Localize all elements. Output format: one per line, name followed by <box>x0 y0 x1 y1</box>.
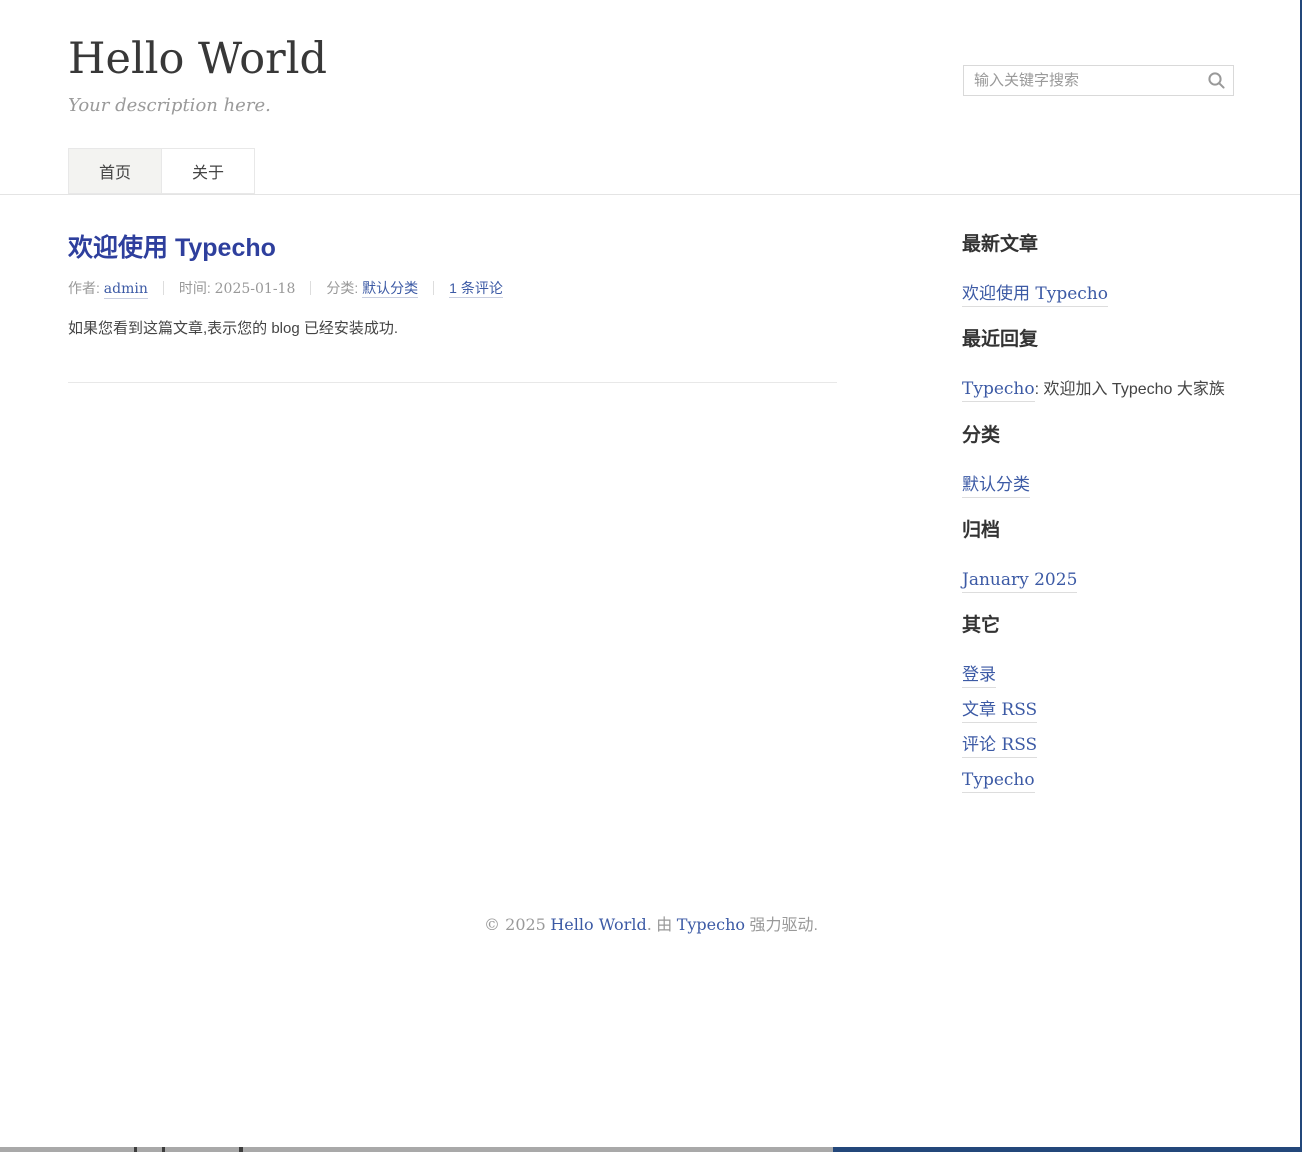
footer-period: . <box>647 915 652 934</box>
post-meta: 作者: admin 时间: 2025-01-18 分类: 默认分类 1 条评论 <box>68 278 837 298</box>
meta-separator <box>433 281 434 295</box>
search-box <box>963 65 1234 96</box>
copyright-text: © 2025 <box>484 915 546 934</box>
footer-by-label: 由 <box>656 917 672 934</box>
category-link[interactable]: 默认分类 <box>362 280 418 298</box>
list-item: 默认分类 <box>962 474 1234 496</box>
recent-post-link[interactable]: 欢迎使用 Typecho <box>962 284 1108 307</box>
time-label: 时间: <box>179 280 211 296</box>
meta-separator <box>310 281 311 295</box>
widget-categories: 分类 默认分类 <box>962 424 1234 496</box>
comments-rss-link[interactable]: 评论 RSS <box>962 735 1037 758</box>
list-item: 评论 RSS <box>962 734 1234 756</box>
widget-title: 其它 <box>962 614 1234 638</box>
list-item: Typecho: 欢迎加入 Typecho 大家族 <box>962 378 1234 401</box>
site-header: Hello World Your description here. 首页 关于 <box>0 0 1302 195</box>
footer-powered-label: 强力驱动. <box>749 917 817 934</box>
widget-title: 归档 <box>962 519 1234 543</box>
post: 欢迎使用 Typecho 作者: admin 时间: 2025-01-18 分类: … <box>68 233 837 383</box>
search-icon[interactable] <box>1207 71 1226 90</box>
widget-recent-posts: 最新文章 欢迎使用 Typecho <box>962 233 1234 305</box>
window-bottom-tick <box>239 1147 243 1152</box>
commenter-link[interactable]: Typecho <box>962 379 1035 402</box>
category-link[interactable]: 默认分类 <box>962 475 1030 498</box>
widget-title: 分类 <box>962 424 1234 448</box>
comment-excerpt: : 欢迎加入 Typecho 大家族 <box>1035 381 1225 398</box>
widget-archives: 归档 January 2025 <box>962 519 1234 591</box>
site-title[interactable]: Hello World <box>68 36 327 83</box>
list-item: Typecho <box>962 769 1234 791</box>
widget-title: 最近回复 <box>962 328 1234 352</box>
main-nav: 首页 关于 <box>68 148 1234 194</box>
list-item: 欢迎使用 Typecho <box>962 283 1234 305</box>
widget-misc: 其它 登录 文章 RSS 评论 RSS Typecho <box>962 614 1234 791</box>
nav-tab-about[interactable]: 关于 <box>161 148 255 194</box>
author-link[interactable]: admin <box>104 281 148 299</box>
login-link[interactable]: 登录 <box>962 665 996 688</box>
meta-separator <box>163 281 164 295</box>
post-title[interactable]: 欢迎使用 Typecho <box>68 233 837 263</box>
list-item: 文章 RSS <box>962 699 1234 721</box>
post-date: 2025-01-18 <box>215 281 296 297</box>
sidebar: 最新文章 欢迎使用 Typecho 最近回复 Typecho: 欢迎加入 Typ… <box>962 233 1234 818</box>
author-label: 作者: <box>68 280 100 296</box>
window-bottom-tick <box>134 1147 137 1152</box>
site-branding: Hello World Your description here. <box>68 36 327 116</box>
post-body: 如果您看到这篇文章,表示您的 blog 已经安装成功. <box>68 318 837 340</box>
typecho-link[interactable]: Typecho <box>962 770 1035 793</box>
window-bottom-edge-blue <box>833 1147 1302 1152</box>
post-divider <box>68 382 837 383</box>
archive-link[interactable]: January 2025 <box>962 570 1077 593</box>
list-item: January 2025 <box>962 569 1234 591</box>
comments-link[interactable]: 1 条评论 <box>449 280 503 298</box>
window-bottom-edge-gray <box>0 1147 833 1152</box>
footer-site-link[interactable]: Hello World <box>550 915 646 934</box>
category-label: 分类: <box>326 280 358 296</box>
search-input[interactable] <box>963 65 1234 96</box>
list-item: 登录 <box>962 664 1234 686</box>
footer-typecho-link[interactable]: Typecho <box>677 915 745 934</box>
post-list: 欢迎使用 Typecho 作者: admin 时间: 2025-01-18 分类: … <box>68 233 837 818</box>
widget-recent-comments: 最近回复 Typecho: 欢迎加入 Typecho 大家族 <box>962 328 1234 401</box>
window-bottom-tick <box>162 1147 165 1152</box>
nav-tab-home[interactable]: 首页 <box>68 148 162 194</box>
site-footer: © 2025 Hello World. 由 Typecho 强力驱动. <box>0 818 1302 975</box>
site-description: Your description here. <box>68 95 327 116</box>
posts-rss-link[interactable]: 文章 RSS <box>962 700 1037 723</box>
widget-title: 最新文章 <box>962 233 1234 257</box>
